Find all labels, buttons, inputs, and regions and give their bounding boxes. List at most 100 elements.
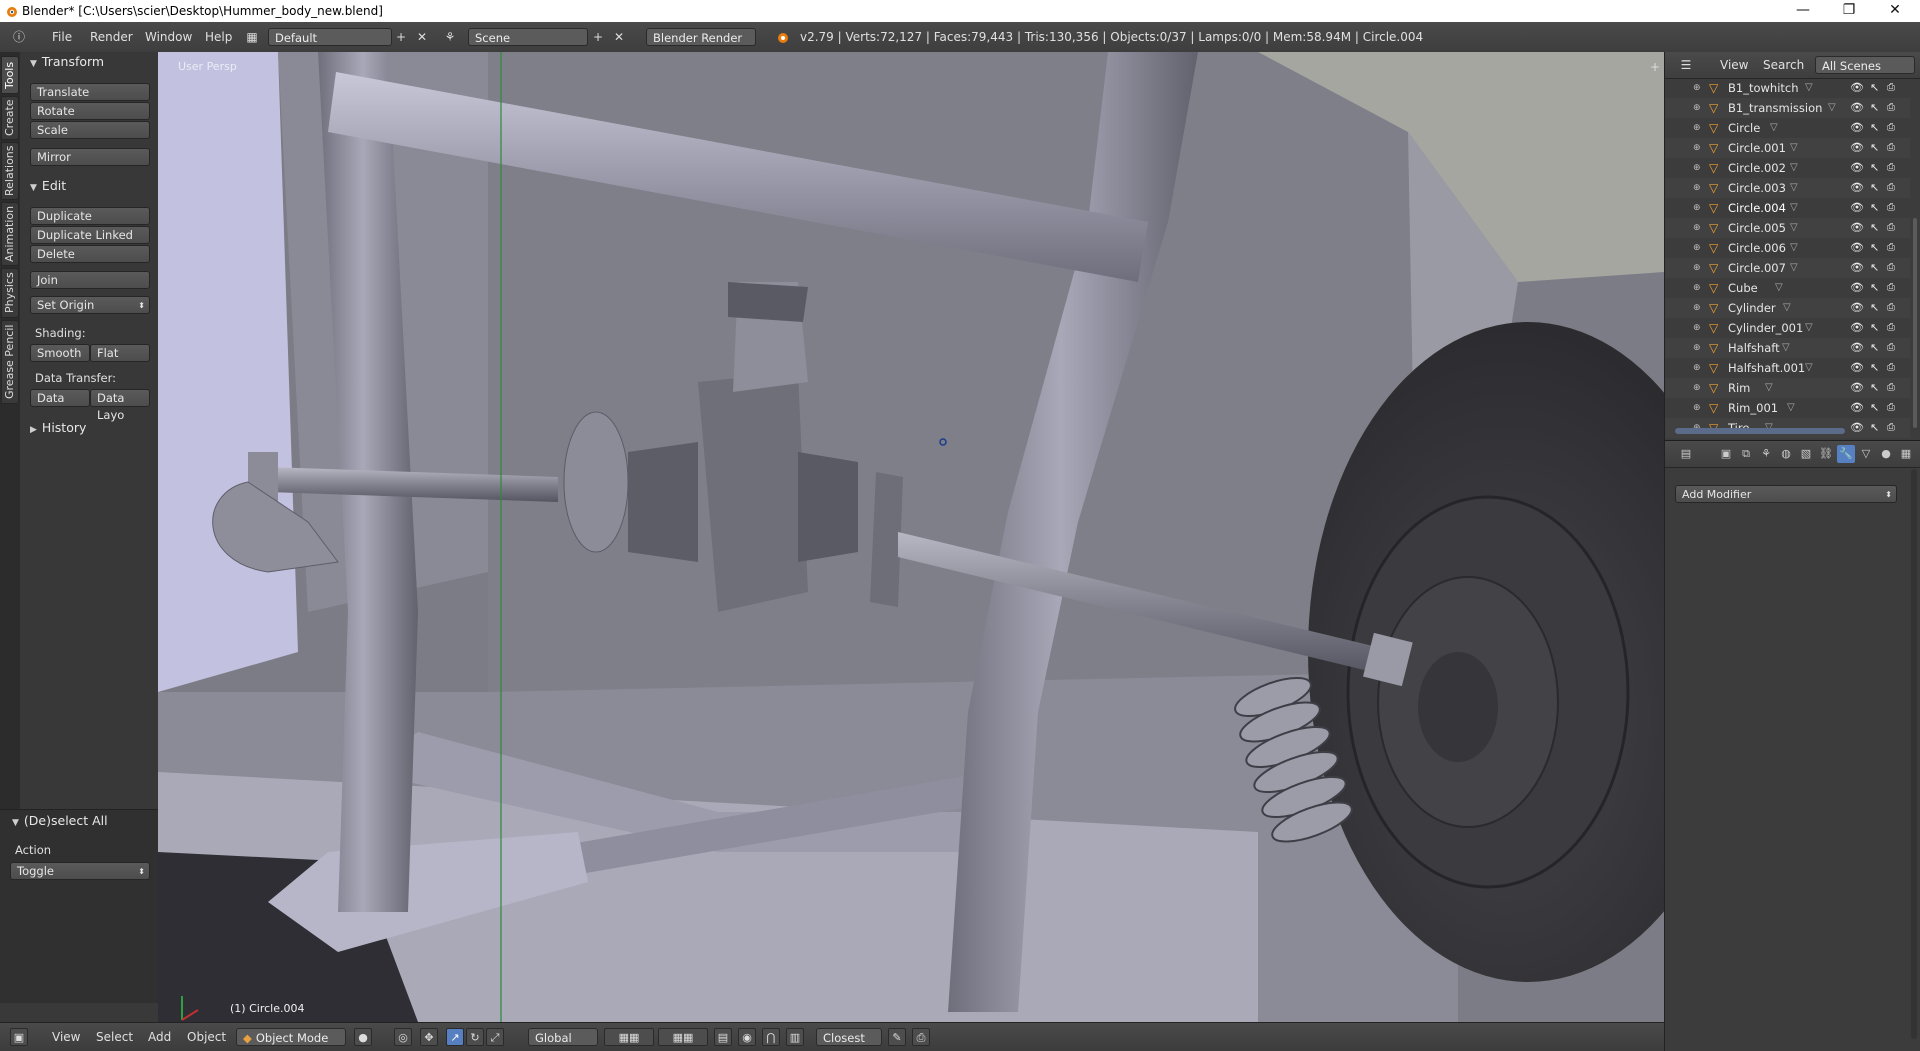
selectability-arrow-icon[interactable]: ↖ [1870, 318, 1879, 338]
visibility-eye-icon[interactable]: 👁 [1850, 218, 1864, 238]
expand-icon[interactable]: ⊕ [1693, 98, 1701, 118]
material-tab-icon[interactable]: ● [1877, 445, 1895, 463]
menu-object[interactable]: Object [187, 1023, 226, 1051]
menu-help[interactable]: Help [205, 22, 232, 52]
renderability-camera-icon[interactable]: ⎙ [1887, 278, 1895, 298]
outliner-item[interactable]: ⊕ ▽ Circle.007 ▽ 👁 ↖ ⎙ [1665, 258, 1910, 278]
selectability-arrow-icon[interactable]: ↖ [1870, 358, 1879, 378]
visibility-eye-icon[interactable]: 👁 [1850, 418, 1864, 438]
properties-scrollbar[interactable] [1911, 469, 1917, 1039]
action-dropdown[interactable]: Toggle ⬍ [10, 862, 150, 880]
renderability-camera-icon[interactable]: ⎙ [1887, 398, 1895, 418]
mirror-button[interactable]: Mirror [30, 148, 150, 166]
expand-icon[interactable]: ⊕ [1693, 258, 1701, 278]
menu-view[interactable]: View [52, 1023, 80, 1051]
expand-icon[interactable]: ⊕ [1693, 178, 1701, 198]
translate-manipulator-icon[interactable]: ↗ [446, 1028, 464, 1046]
visibility-eye-icon[interactable]: 👁 [1850, 78, 1864, 98]
mesh-data-icon[interactable]: ▽ [1805, 78, 1813, 98]
remove-screen-icon[interactable]: ✕ [413, 28, 431, 46]
expand-icon[interactable]: ⊕ [1693, 158, 1701, 178]
translate-button[interactable]: Translate [30, 83, 150, 101]
manipulator-toggle-icon[interactable]: ✥ [420, 1028, 438, 1046]
mesh-data-icon[interactable]: ▽ [1790, 198, 1798, 218]
editor-type-3d-view-icon[interactable]: ▣ [10, 1028, 28, 1046]
visibility-eye-icon[interactable]: 👁 [1850, 358, 1864, 378]
visibility-eye-icon[interactable]: 👁 [1850, 378, 1864, 398]
add-scene-icon[interactable]: + [589, 28, 607, 46]
expand-icon[interactable]: ⊕ [1693, 398, 1701, 418]
mesh-data-icon[interactable]: ▽ [1782, 338, 1790, 358]
outliner-item[interactable]: ⊕ ▽ Cylinder ▽ 👁 ↖ ⎙ [1665, 298, 1910, 318]
close-window-button[interactable]: ✕ [1872, 0, 1918, 22]
menu-window[interactable]: Window [145, 22, 192, 52]
visibility-eye-icon[interactable]: 👁 [1850, 298, 1864, 318]
lock-layers-icon[interactable]: ▤ [714, 1028, 732, 1046]
visibility-eye-icon[interactable]: 👁 [1850, 258, 1864, 278]
render-layers-tab-icon[interactable]: ⧉ [1737, 445, 1755, 463]
selectability-arrow-icon[interactable]: ↖ [1870, 378, 1879, 398]
outliner-item-name[interactable]: Cube [1728, 278, 1758, 298]
renderability-camera-icon[interactable]: ⎙ [1887, 318, 1895, 338]
outliner-item-name[interactable]: Rim [1728, 378, 1750, 398]
selectability-arrow-icon[interactable]: ↖ [1870, 118, 1879, 138]
data-tab-icon[interactable]: ▽ [1857, 445, 1875, 463]
mesh-data-icon[interactable]: ▽ [1770, 118, 1778, 138]
duplicate-button[interactable]: Duplicate [30, 207, 150, 225]
renderability-camera-icon[interactable]: ⎙ [1887, 378, 1895, 398]
edit-panel-header[interactable]: ▼ Edit [30, 178, 66, 193]
renderability-camera-icon[interactable]: ⎙ [1887, 258, 1895, 278]
expand-icon[interactable]: ⊕ [1693, 358, 1701, 378]
renderability-camera-icon[interactable]: ⎙ [1887, 198, 1895, 218]
data-transfer-button[interactable]: Data [30, 389, 90, 407]
expand-icon[interactable]: ⊕ [1693, 218, 1701, 238]
renderability-camera-icon[interactable]: ⎙ [1887, 178, 1895, 198]
outliner-item[interactable]: ⊕ ▽ Circle.003 ▽ 👁 ↖ ⎙ [1665, 178, 1910, 198]
renderability-camera-icon[interactable]: ⎙ [1887, 338, 1895, 358]
pivot-point-icon[interactable]: ◎ [394, 1028, 412, 1046]
visibility-eye-icon[interactable]: 👁 [1850, 278, 1864, 298]
outliner-item[interactable]: ⊕ ▽ Circle ▽ 👁 ↖ ⎙ [1665, 118, 1910, 138]
visibility-eye-icon[interactable]: 👁 [1850, 338, 1864, 358]
transform-panel-header[interactable]: ▼ Transform [30, 54, 104, 69]
outliner-item-name[interactable]: Circle.004 [1728, 198, 1786, 218]
selectability-arrow-icon[interactable]: ↖ [1870, 338, 1879, 358]
scene-icon[interactable]: ⚘ [441, 28, 459, 46]
object-tab-icon[interactable]: ▧ [1797, 445, 1815, 463]
selectability-arrow-icon[interactable]: ↖ [1870, 138, 1879, 158]
selectability-arrow-icon[interactable]: ↖ [1870, 258, 1879, 278]
snap-magnet-icon[interactable]: ⋂ [762, 1028, 780, 1046]
render-engine-select[interactable]: Blender Render [646, 28, 756, 46]
outliner-item-name[interactable]: Circle.001 [1728, 138, 1786, 158]
expand-icon[interactable]: ⊕ [1693, 278, 1701, 298]
add-modifier-dropdown[interactable]: Add Modifier ⬍ [1675, 485, 1897, 503]
snap-element-icon[interactable]: ▥ [786, 1028, 804, 1046]
constraints-tab-icon[interactable]: ⛓ [1817, 445, 1835, 463]
outliner-item-name[interactable]: Cylinder [1728, 298, 1776, 318]
3d-viewport[interactable]: User Persp (1) Circle.004 + [158, 52, 1664, 1022]
outliner-item-name[interactable]: Circle.002 [1728, 158, 1786, 178]
expand-icon[interactable]: ⊕ [1693, 78, 1701, 98]
visibility-eye-icon[interactable]: 👁 [1850, 198, 1864, 218]
outliner-item[interactable]: ⊕ ▽ Cube ▽ 👁 ↖ ⎙ [1665, 278, 1910, 298]
outliner-item-name[interactable]: B1_towhitch [1728, 78, 1799, 98]
tab-animation[interactable]: Animation [1, 202, 19, 266]
visibility-eye-icon[interactable]: 👁 [1850, 178, 1864, 198]
tab-grease-pencil[interactable]: Grease Pencil [1, 320, 19, 404]
selectability-arrow-icon[interactable]: ↖ [1870, 238, 1879, 258]
minimize-button[interactable]: — [1780, 0, 1826, 22]
renderability-camera-icon[interactable]: ⎙ [1887, 98, 1895, 118]
scene-tab-icon[interactable]: ⚘ [1757, 445, 1775, 463]
remove-scene-icon[interactable]: ✕ [610, 28, 628, 46]
outliner-item-name[interactable]: Circle.003 [1728, 178, 1786, 198]
add-region-plus-icon[interactable]: + [1650, 60, 1660, 74]
scrollbar-thumb[interactable] [1913, 218, 1917, 428]
outliner-item[interactable]: ⊕ ▽ B1_transmission ▽ 👁 ↖ ⎙ [1665, 98, 1910, 118]
render-preview-icon[interactable]: ✎ [888, 1028, 906, 1046]
tab-physics[interactable]: Physics [1, 268, 19, 318]
mesh-data-icon[interactable]: ▽ [1828, 98, 1836, 118]
outliner-item[interactable]: ⊕ ▽ Rim_001 ▽ 👁 ↖ ⎙ [1665, 398, 1910, 418]
outliner-item[interactable]: ⊕ ▽ Circle.005 ▽ 👁 ↖ ⎙ [1665, 218, 1910, 238]
outliner-item[interactable]: ⊕ ▽ B1_towhitch ▽ 👁 ↖ ⎙ [1665, 78, 1910, 98]
mesh-data-icon[interactable]: ▽ [1783, 298, 1791, 318]
